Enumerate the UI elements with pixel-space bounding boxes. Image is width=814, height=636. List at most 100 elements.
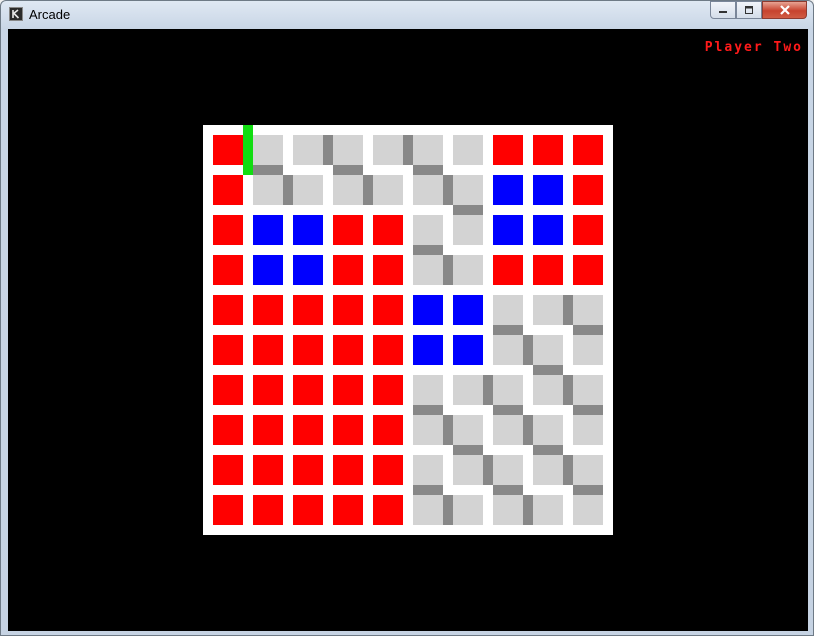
red-tile[interactable] — [533, 255, 563, 285]
light-tile[interactable] — [293, 135, 323, 165]
red-tile[interactable] — [573, 135, 603, 165]
red-tile[interactable] — [213, 215, 243, 245]
red-tile[interactable] — [213, 175, 243, 205]
light-tile[interactable] — [413, 415, 443, 445]
light-tile[interactable] — [533, 415, 563, 445]
red-tile[interactable] — [213, 295, 243, 325]
red-tile[interactable] — [213, 455, 243, 485]
light-tile[interactable] — [573, 295, 603, 325]
red-tile[interactable] — [333, 415, 363, 445]
red-tile[interactable] — [253, 375, 283, 405]
blue-tile[interactable] — [293, 255, 323, 285]
light-tile[interactable] — [453, 135, 483, 165]
red-tile[interactable] — [373, 255, 403, 285]
red-tile[interactable] — [333, 335, 363, 365]
light-tile[interactable] — [253, 175, 283, 205]
light-tile[interactable] — [413, 255, 443, 285]
red-tile[interactable] — [373, 295, 403, 325]
red-tile[interactable] — [253, 495, 283, 525]
red-tile[interactable] — [293, 335, 323, 365]
light-tile[interactable] — [533, 375, 563, 405]
light-tile[interactable] — [373, 175, 403, 205]
light-tile[interactable] — [573, 455, 603, 485]
light-tile[interactable] — [573, 375, 603, 405]
red-tile[interactable] — [293, 455, 323, 485]
red-tile[interactable] — [573, 215, 603, 245]
light-tile[interactable] — [453, 175, 483, 205]
light-tile[interactable] — [573, 415, 603, 445]
light-tile[interactable] — [413, 375, 443, 405]
game-board[interactable] — [203, 125, 613, 535]
light-tile[interactable] — [453, 455, 483, 485]
light-tile[interactable] — [453, 495, 483, 525]
red-tile[interactable] — [333, 455, 363, 485]
red-tile[interactable] — [333, 495, 363, 525]
blue-tile[interactable] — [453, 335, 483, 365]
red-tile[interactable] — [533, 135, 563, 165]
red-tile[interactable] — [493, 135, 523, 165]
light-tile[interactable] — [453, 415, 483, 445]
blue-tile[interactable] — [293, 215, 323, 245]
blue-tile[interactable] — [493, 215, 523, 245]
blue-tile[interactable] — [253, 215, 283, 245]
red-tile[interactable] — [573, 175, 603, 205]
red-tile[interactable] — [213, 135, 243, 165]
red-tile[interactable] — [333, 255, 363, 285]
red-tile[interactable] — [213, 375, 243, 405]
blue-tile[interactable] — [253, 255, 283, 285]
light-tile[interactable] — [533, 455, 563, 485]
light-tile[interactable] — [413, 495, 443, 525]
red-tile[interactable] — [293, 375, 323, 405]
light-tile[interactable] — [293, 175, 323, 205]
red-tile[interactable] — [253, 455, 283, 485]
red-tile[interactable] — [213, 495, 243, 525]
light-tile[interactable] — [493, 375, 523, 405]
blue-tile[interactable] — [413, 335, 443, 365]
red-tile[interactable] — [293, 495, 323, 525]
blue-tile[interactable] — [533, 215, 563, 245]
red-tile[interactable] — [493, 255, 523, 285]
light-tile[interactable] — [413, 135, 443, 165]
red-tile[interactable] — [293, 415, 323, 445]
close-button[interactable] — [762, 1, 807, 19]
red-tile[interactable] — [373, 455, 403, 485]
light-tile[interactable] — [413, 175, 443, 205]
maximize-button[interactable] — [736, 1, 762, 19]
title-bar[interactable]: Arcade — [1, 1, 813, 28]
red-tile[interactable] — [253, 295, 283, 325]
red-tile[interactable] — [373, 215, 403, 245]
light-tile[interactable] — [493, 295, 523, 325]
red-tile[interactable] — [333, 375, 363, 405]
red-tile[interactable] — [213, 415, 243, 445]
light-tile[interactable] — [413, 455, 443, 485]
blue-tile[interactable] — [493, 175, 523, 205]
red-tile[interactable] — [253, 415, 283, 445]
minimize-button[interactable] — [710, 1, 736, 19]
light-tile[interactable] — [573, 495, 603, 525]
light-tile[interactable] — [333, 175, 363, 205]
light-tile[interactable] — [253, 135, 283, 165]
light-tile[interactable] — [493, 335, 523, 365]
light-tile[interactable] — [573, 335, 603, 365]
light-tile[interactable] — [533, 295, 563, 325]
light-tile[interactable] — [493, 415, 523, 445]
light-tile[interactable] — [413, 215, 443, 245]
light-tile[interactable] — [533, 495, 563, 525]
red-tile[interactable] — [373, 495, 403, 525]
light-tile[interactable] — [453, 255, 483, 285]
blue-tile[interactable] — [413, 295, 443, 325]
red-tile[interactable] — [373, 375, 403, 405]
red-tile[interactable] — [253, 335, 283, 365]
light-tile[interactable] — [453, 215, 483, 245]
light-tile[interactable] — [333, 135, 363, 165]
red-tile[interactable] — [293, 295, 323, 325]
red-tile[interactable] — [373, 335, 403, 365]
red-tile[interactable] — [333, 295, 363, 325]
light-tile[interactable] — [373, 135, 403, 165]
red-tile[interactable] — [573, 255, 603, 285]
game-canvas[interactable]: Player Two — [8, 29, 808, 631]
red-tile[interactable] — [213, 255, 243, 285]
light-tile[interactable] — [493, 455, 523, 485]
blue-tile[interactable] — [533, 175, 563, 205]
blue-tile[interactable] — [453, 295, 483, 325]
